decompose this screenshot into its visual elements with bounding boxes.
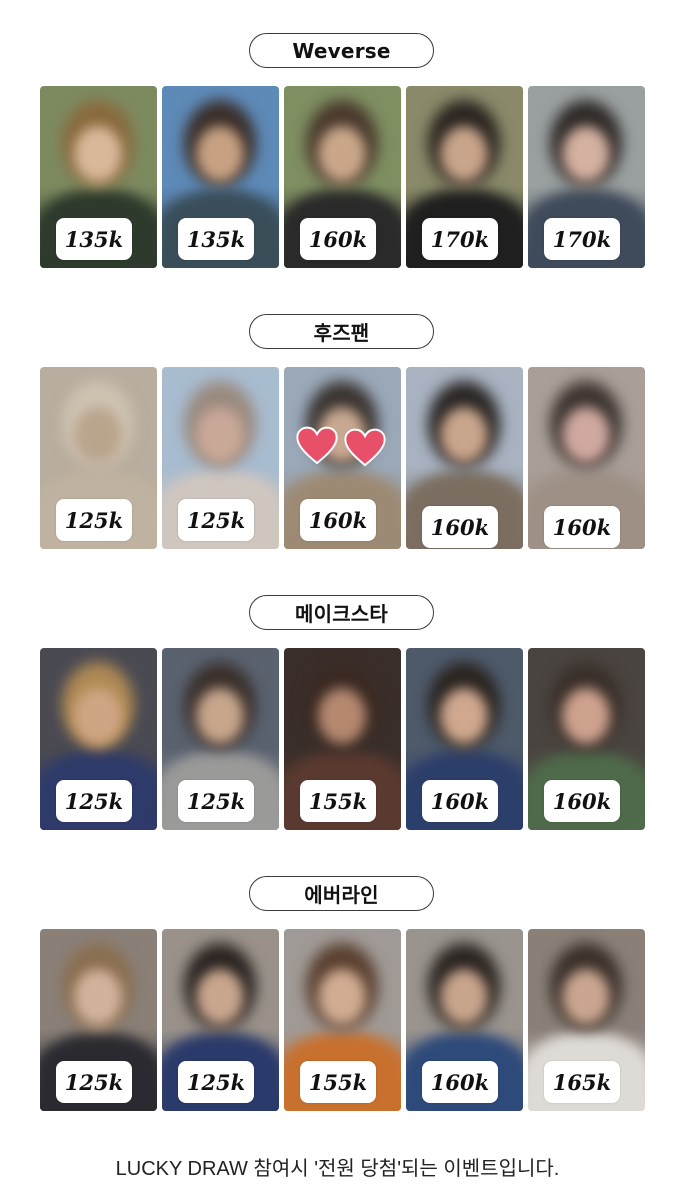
- photocard: 125k: [40, 929, 157, 1111]
- photocard: 160k: [284, 367, 401, 549]
- photocard-row: 125k 125k 155k 160k 160k: [0, 648, 675, 830]
- blurred-photo-face: [74, 407, 122, 463]
- price-tag: 160k: [422, 780, 498, 822]
- blurred-photo-face: [74, 688, 122, 744]
- price-tag: 125k: [56, 499, 132, 541]
- price-tag: 125k: [178, 1061, 254, 1103]
- photocard: 135k: [40, 86, 157, 268]
- photocard: 125k: [162, 367, 279, 549]
- price-tag: 135k: [56, 218, 132, 260]
- vendor-title-pill: 메이크스타: [249, 595, 434, 630]
- blurred-photo-face: [440, 407, 488, 463]
- photocard: 125k: [40, 648, 157, 830]
- photocard: 125k: [40, 367, 157, 549]
- price-tag: 125k: [178, 780, 254, 822]
- blurred-photo-face: [196, 688, 244, 744]
- photocard: 125k: [162, 648, 279, 830]
- price-tag: 155k: [300, 780, 376, 822]
- price-tag: 165k: [544, 1061, 620, 1103]
- price-tag: 160k: [300, 218, 376, 260]
- blurred-photo-face: [318, 969, 366, 1025]
- price-tag: 160k: [422, 506, 498, 548]
- event-notice: LUCKY DRAW 참여시 '전원 당첨'되는 이벤트입니다.: [115, 1158, 560, 1180]
- photocard: 155k: [284, 648, 401, 830]
- photocard: 160k: [528, 367, 645, 549]
- photocard-row: 125k 125k 160k 160k 160k: [0, 367, 675, 549]
- photocard: 170k: [528, 86, 645, 268]
- blurred-photo-face: [74, 969, 122, 1025]
- photocard: 170k: [406, 86, 523, 268]
- price-tag: 155k: [300, 1061, 376, 1103]
- heart-sticker-icon: [344, 428, 386, 467]
- vendor-title-pill: 후즈팬: [249, 314, 434, 349]
- price-tag: 160k: [422, 1061, 498, 1103]
- blurred-photo-face: [440, 688, 488, 744]
- blurred-photo-face: [318, 126, 366, 182]
- blurred-photo-face: [196, 407, 244, 463]
- vendor-title-pill: 에버라인: [249, 876, 434, 911]
- photocard: 160k: [528, 648, 645, 830]
- price-tag: 160k: [300, 499, 376, 541]
- photocard: 160k: [406, 929, 523, 1111]
- blurred-photo-face: [440, 969, 488, 1025]
- photocard: 160k: [406, 367, 523, 549]
- price-tag: 170k: [422, 218, 498, 260]
- photocard: 160k: [406, 648, 523, 830]
- photocard-row: 135k 135k 160k 170k 170k: [0, 86, 675, 268]
- blurred-photo-face: [562, 969, 610, 1025]
- blurred-photo-face: [440, 126, 488, 182]
- blurred-photo-face: [74, 126, 122, 182]
- blurred-photo-face: [562, 126, 610, 182]
- heart-sticker-icon: [296, 426, 338, 465]
- photocard-row: 125k 125k 155k 160k 165k: [0, 929, 675, 1111]
- photocard: 155k: [284, 929, 401, 1111]
- photocard: 165k: [528, 929, 645, 1111]
- price-tag: 170k: [544, 218, 620, 260]
- photocard: 125k: [162, 929, 279, 1111]
- price-tag: 125k: [56, 780, 132, 822]
- price-tag: 125k: [56, 1061, 132, 1103]
- price-tag: 125k: [178, 499, 254, 541]
- blurred-photo-face: [196, 969, 244, 1025]
- blurred-photo-face: [318, 688, 366, 744]
- blurred-photo-face: [196, 126, 244, 182]
- blurred-photo-face: [562, 407, 610, 463]
- price-tag: 160k: [544, 506, 620, 548]
- photocard: 160k: [284, 86, 401, 268]
- blurred-photo-face: [562, 688, 610, 744]
- price-tag: 135k: [178, 218, 254, 260]
- price-tag: 160k: [544, 780, 620, 822]
- photocard: 135k: [162, 86, 279, 268]
- vendor-title-pill: Weverse: [249, 33, 434, 68]
